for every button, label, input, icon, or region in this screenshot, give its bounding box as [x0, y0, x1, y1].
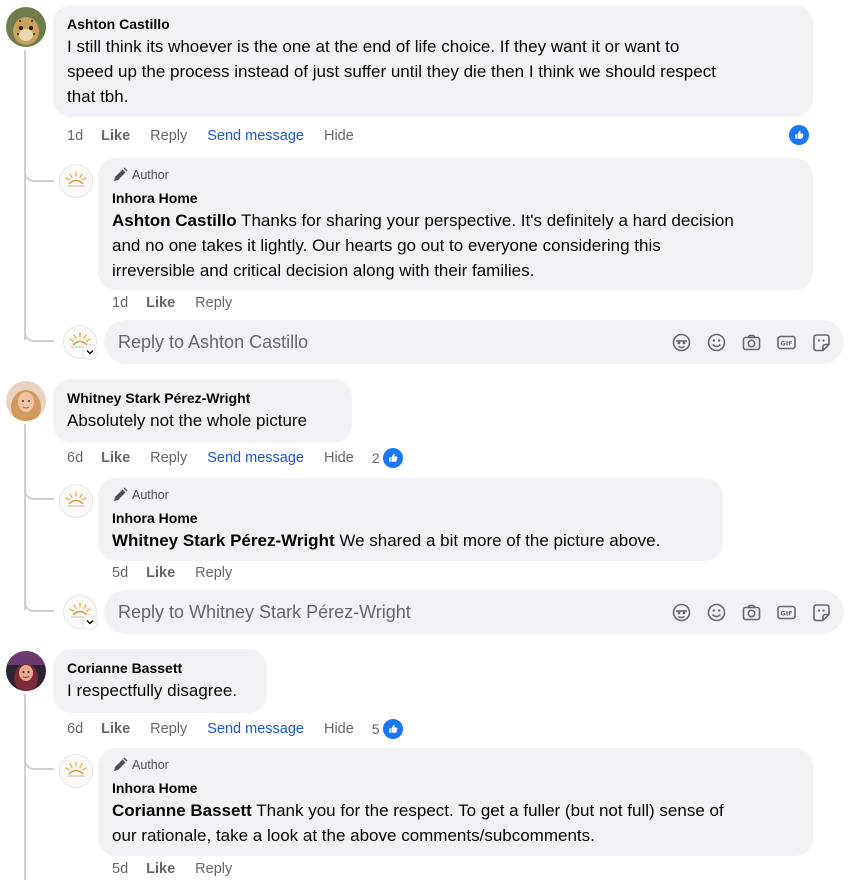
- tagged-user[interactable]: Whitney Stark Pérez-Wright: [112, 531, 335, 550]
- reply-actions: 5d Like Reply: [112, 563, 252, 583]
- like-button[interactable]: Like: [101, 721, 130, 737]
- avatar-sticker-icon[interactable]: [671, 602, 692, 623]
- like-reaction-icon: [382, 719, 403, 739]
- reaction-summary[interactable]: 2: [372, 448, 403, 468]
- comment-bubble: Corianne Bassett I respectfully disagree…: [53, 649, 267, 713]
- thread-branch: [24, 590, 54, 612]
- emoji-icon[interactable]: [706, 602, 727, 623]
- reply-button[interactable]: Reply: [195, 565, 232, 581]
- avatar-whitney[interactable]: [6, 381, 46, 421]
- send-message-button[interactable]: Send message: [207, 721, 304, 737]
- thread-branch: [24, 478, 54, 500]
- reply-input-placeholder: Reply to Whitney Stark Pérez-Wright: [118, 601, 411, 622]
- thread-line: [24, 424, 26, 610]
- gif-icon[interactable]: GIF: [776, 332, 797, 353]
- reply-button[interactable]: Reply: [150, 450, 187, 466]
- pencil-icon: [112, 487, 128, 503]
- comment-actions: 6d Like Reply Send message Hide 2: [67, 448, 423, 468]
- timestamp[interactable]: 6d: [67, 721, 83, 737]
- timestamp[interactable]: 5d: [112, 565, 128, 581]
- reply-bubble: Author Inhora Home Ashton Castillo Thank…: [98, 158, 813, 290]
- comment-author[interactable]: Corianne Bassett: [67, 659, 253, 677]
- reply-button[interactable]: Reply: [150, 128, 187, 144]
- chevron-down-icon[interactable]: [83, 615, 97, 629]
- timestamp[interactable]: 6d: [67, 450, 83, 466]
- reply-bubble: Author Inhora Home Corianne Bassett Than…: [98, 748, 813, 856]
- avatar-ashton[interactable]: [6, 7, 46, 47]
- like-button[interactable]: Like: [146, 295, 175, 311]
- reply-toolbar: GIF: [671, 602, 844, 623]
- reply-input[interactable]: Reply to Ashton Castillo GIF: [104, 320, 844, 364]
- avatar-sticker-icon[interactable]: [671, 332, 692, 353]
- reply-text: Corianne Bassett Thank you for the respe…: [112, 801, 724, 845]
- avatar-inhora-home[interactable]: [60, 485, 92, 517]
- reply-toolbar: GIF: [671, 332, 844, 353]
- emoji-icon[interactable]: [706, 332, 727, 353]
- reply-input-placeholder: Reply to Ashton Castillo: [118, 331, 309, 352]
- author-badge: Author: [112, 757, 799, 773]
- reaction-count: 2: [371, 450, 380, 466]
- reply-author[interactable]: Inhora Home: [112, 779, 799, 797]
- reply-author[interactable]: Inhora Home: [112, 189, 799, 207]
- send-message-button[interactable]: Send message: [207, 128, 304, 144]
- comment-author[interactable]: Ashton Castillo: [67, 15, 799, 33]
- tagged-user[interactable]: Corianne Bassett: [112, 801, 252, 820]
- timestamp[interactable]: 1d: [67, 128, 83, 144]
- thread-branch: [24, 748, 54, 770]
- sticker-icon[interactable]: [811, 332, 832, 353]
- send-message-button[interactable]: Send message: [207, 450, 304, 466]
- pencil-icon: [112, 757, 128, 773]
- gif-icon[interactable]: GIF: [776, 602, 797, 623]
- timestamp[interactable]: 1d: [112, 295, 128, 311]
- comment-text: Absolutely not the whole picture: [67, 411, 308, 430]
- camera-icon[interactable]: [741, 602, 762, 623]
- reply-button[interactable]: Reply: [195, 861, 232, 877]
- avatar-inhora-home[interactable]: [60, 755, 92, 787]
- like-button[interactable]: Like: [101, 128, 130, 144]
- like-button[interactable]: Like: [146, 861, 175, 877]
- reply-text: Whitney Stark Pérez-Wright We shared a b…: [112, 531, 661, 550]
- comment-bubble: Ashton Castillo I still think its whoeve…: [53, 5, 813, 117]
- comment-text: I still think its whoever is the one at …: [67, 37, 716, 106]
- pencil-icon: [112, 167, 128, 183]
- reply-input[interactable]: Reply to Whitney Stark Pérez-Wright GIF: [104, 590, 844, 634]
- reaction-count: 5: [371, 721, 380, 737]
- camera-icon[interactable]: [741, 332, 762, 353]
- thread-branch: [24, 320, 54, 342]
- hide-button[interactable]: Hide: [324, 450, 354, 466]
- tagged-user[interactable]: Ashton Castillo: [112, 211, 237, 230]
- comment-author[interactable]: Whitney Stark Pérez-Wright: [67, 389, 338, 407]
- reply-text: Ashton Castillo Thanks for sharing your …: [112, 211, 734, 280]
- comment-actions: 6d Like Reply Send message Hide 5: [67, 719, 423, 739]
- sticker-icon[interactable]: [811, 602, 832, 623]
- reaction-summary[interactable]: 5: [372, 719, 403, 739]
- thread-line: [24, 694, 26, 880]
- timestamp[interactable]: 5d: [112, 861, 128, 877]
- reply-bubble: Author Inhora Home Whitney Stark Pérez-W…: [98, 478, 723, 561]
- thread-line: [24, 50, 26, 340]
- chevron-down-icon[interactable]: [83, 345, 97, 359]
- reply-button[interactable]: Reply: [150, 721, 187, 737]
- like-reaction-icon[interactable]: [789, 125, 809, 145]
- avatar-corianne[interactable]: [6, 651, 46, 691]
- avatar-inhora-home[interactable]: [60, 165, 92, 197]
- author-badge: Author: [112, 487, 709, 503]
- reply-actions: 1d Like Reply: [112, 293, 252, 313]
- reply-author[interactable]: Inhora Home: [112, 509, 709, 527]
- like-reaction-icon: [382, 448, 403, 468]
- reply-button[interactable]: Reply: [195, 295, 232, 311]
- like-button[interactable]: Like: [101, 450, 130, 466]
- author-badge: Author: [112, 167, 799, 183]
- comment-actions: 1d Like Reply Send message Hide: [67, 126, 374, 146]
- svg-text:GIF: GIF: [780, 339, 792, 347]
- thread-branch: [24, 160, 54, 182]
- reply-actions: 5d Like Reply: [112, 859, 252, 879]
- comment-text: I respectfully disagree.: [67, 681, 238, 700]
- comment-bubble: Whitney Stark Pérez-Wright Absolutely no…: [53, 379, 352, 443]
- svg-text:GIF: GIF: [780, 609, 792, 617]
- hide-button[interactable]: Hide: [324, 721, 354, 737]
- like-button[interactable]: Like: [146, 565, 175, 581]
- hide-button[interactable]: Hide: [324, 128, 354, 144]
